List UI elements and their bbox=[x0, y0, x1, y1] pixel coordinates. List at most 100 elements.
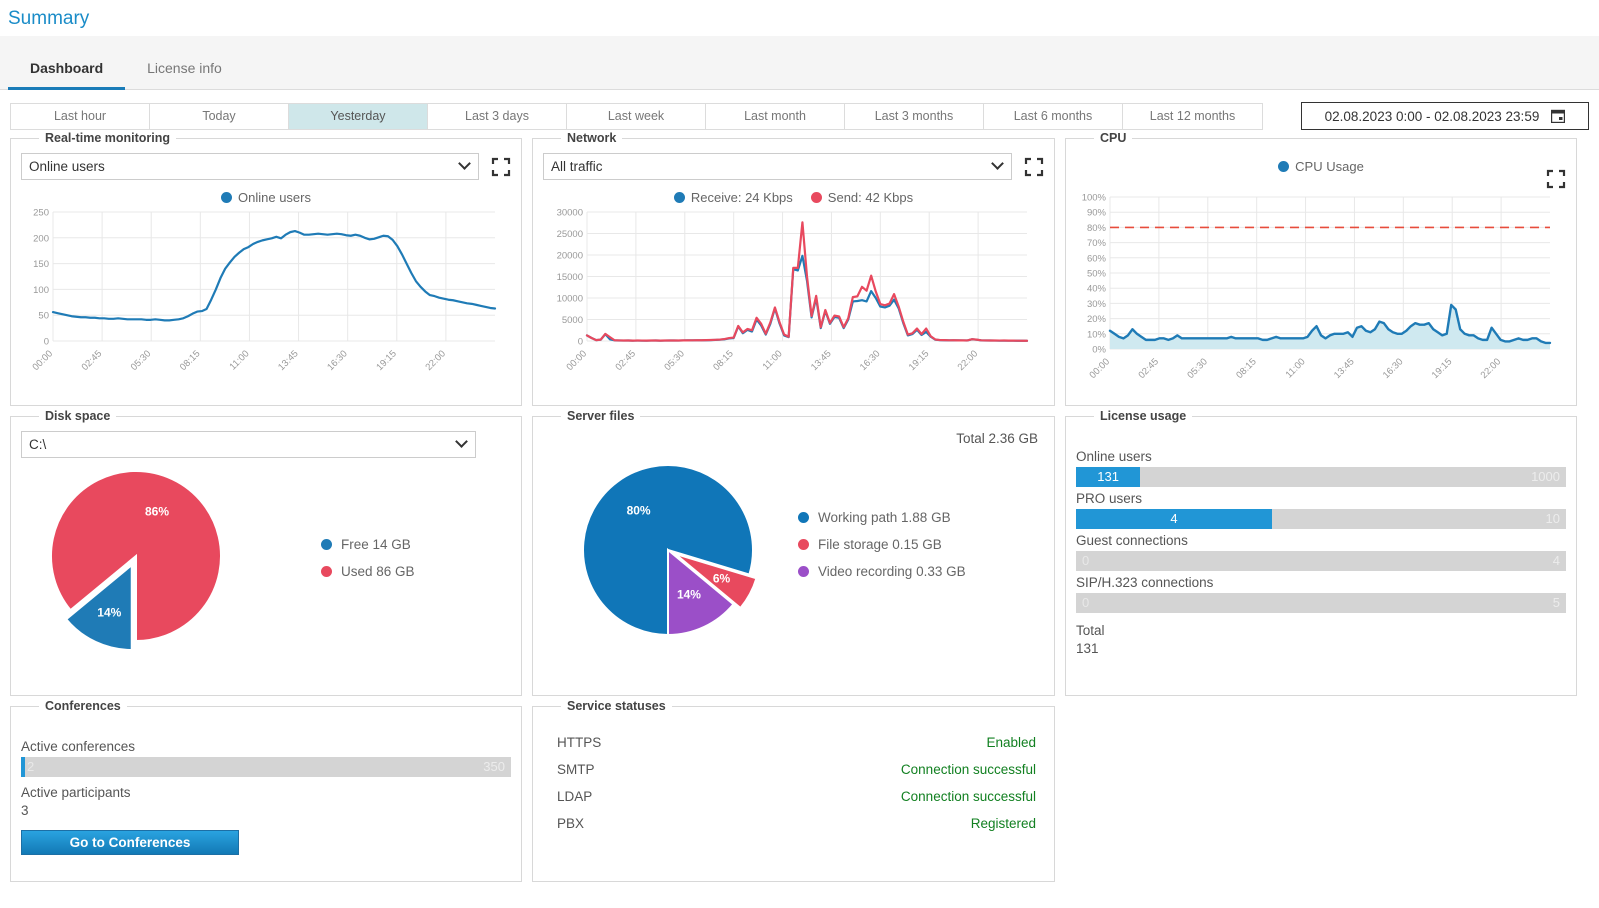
license-bar-sip-connections[interactable]: 0 5 bbox=[1076, 593, 1566, 613]
svg-text:200: 200 bbox=[33, 233, 49, 244]
legend-label-free: Free 14 GB bbox=[341, 537, 411, 552]
svg-text:05:30: 05:30 bbox=[1185, 356, 1210, 381]
legend-entry-cpu-usage[interactable]: CPU Usage bbox=[1278, 159, 1364, 174]
empty-cell bbox=[1065, 706, 1577, 892]
disk-volume-select[interactable]: C:\ bbox=[21, 431, 476, 458]
date-range-picker[interactable]: 02.08.2023 0:00 - 02.08.2023 23:59 bbox=[1301, 102, 1589, 130]
period-last-6-months[interactable]: Last 6 months bbox=[984, 104, 1123, 129]
conferences-participants-label: Active participants bbox=[21, 785, 511, 800]
svg-text:15000: 15000 bbox=[557, 272, 583, 283]
period-last-month[interactable]: Last month bbox=[706, 104, 845, 129]
conferences-active-bar[interactable]: 2 350 bbox=[21, 757, 511, 777]
svg-text:10000: 10000 bbox=[557, 294, 583, 305]
svg-text:0: 0 bbox=[578, 337, 583, 348]
period-last-3-months[interactable]: Last 3 months bbox=[845, 104, 984, 129]
license-item-online-users: Online users 131 1000 bbox=[1076, 449, 1566, 487]
legend-label-used: Used 86 GB bbox=[341, 564, 415, 579]
license-bar-value: 0 bbox=[1082, 593, 1089, 613]
service-row-ldap: LDAP Connection successful bbox=[543, 783, 1044, 810]
conferences-participants-block: Active participants 3 bbox=[21, 785, 511, 818]
legend-entry-file-storage[interactable]: File storage 0.15 GB bbox=[798, 537, 966, 552]
period-today[interactable]: Today bbox=[150, 104, 289, 129]
legend-dot-video-recording bbox=[798, 566, 809, 577]
network-chart-legend: Receive: 24 Kbps Send: 42 Kbps bbox=[543, 188, 1044, 206]
cpu-chart-legend: CPU Usage bbox=[1076, 157, 1566, 175]
legend-dot-file-storage bbox=[798, 539, 809, 550]
legend-label-receive: Receive: 24 Kbps bbox=[691, 190, 793, 205]
svg-text:08:15: 08:15 bbox=[711, 348, 736, 373]
network-traffic-select[interactable]: All traffic bbox=[543, 153, 1012, 180]
panel-cpu: CPU CPU Usage 0%10%20%30%40%50%60%70%80%… bbox=[1065, 138, 1577, 406]
svg-text:22:00: 22:00 bbox=[1479, 356, 1504, 381]
expand-icon-network[interactable] bbox=[1024, 157, 1044, 177]
period-last-hour[interactable]: Last hour bbox=[11, 104, 150, 129]
panel-service-statuses: Service statuses HTTPS Enabled SMTP Conn… bbox=[532, 706, 1055, 882]
disk-pie-chart[interactable]: 14%86% bbox=[21, 458, 321, 658]
realtime-metric-select[interactable]: Online users bbox=[21, 153, 479, 180]
svg-text:13:45: 13:45 bbox=[1332, 356, 1357, 381]
legend-entry-working-path[interactable]: Working path 1.88 GB bbox=[798, 510, 966, 525]
svg-text:80%: 80% bbox=[1087, 223, 1107, 234]
server-files-pie-legend: Working path 1.88 GB File storage 0.15 G… bbox=[798, 510, 966, 579]
license-item-guest-connections: Guest connections 0 4 bbox=[1076, 533, 1566, 571]
dashboard-grid: Real-time monitoring Online users bbox=[0, 134, 1599, 892]
license-label-online-users: Online users bbox=[1076, 449, 1566, 464]
legend-dot-receive bbox=[674, 192, 685, 203]
panel-server-files: Server files Total 2.36 GB 80%6%14% Work… bbox=[532, 416, 1055, 696]
tab-license-info[interactable]: License info bbox=[125, 60, 244, 89]
svg-text:0%: 0% bbox=[1092, 345, 1106, 356]
go-to-conferences-button[interactable]: Go to Conferences bbox=[21, 830, 239, 855]
legend-entry-online-users[interactable]: Online users bbox=[221, 190, 311, 205]
svg-text:13:45: 13:45 bbox=[276, 348, 301, 373]
license-item-pro-users: PRO users 4 10 bbox=[1076, 491, 1566, 529]
period-yesterday[interactable]: Yesterday bbox=[289, 104, 428, 129]
expand-icon-cpu[interactable] bbox=[1546, 169, 1566, 189]
period-last-week[interactable]: Last week bbox=[567, 104, 706, 129]
realtime-chart-legend: Online users bbox=[21, 188, 511, 206]
cpu-chart[interactable]: 0%10%20%30%40%50%60%70%80%90%100%00:0002… bbox=[1076, 191, 1566, 391]
legend-entry-send[interactable]: Send: 42 Kbps bbox=[811, 190, 913, 205]
svg-text:00:00: 00:00 bbox=[1088, 356, 1113, 381]
network-chart[interactable]: 05000100001500020000250003000000:0002:45… bbox=[543, 206, 1044, 381]
realtime-chart[interactable]: 05010015020025000:0002:4505:3008:1511:00… bbox=[21, 206, 511, 381]
conferences-active-block: Active conferences 2 350 bbox=[21, 739, 511, 777]
license-bar-max: 5 bbox=[1553, 593, 1560, 613]
legend-label-video-recording: Video recording 0.33 GB bbox=[818, 564, 966, 579]
panel-license-usage: License usage Online users 131 1000 PRO … bbox=[1065, 416, 1577, 696]
legend-entry-receive[interactable]: Receive: 24 Kbps bbox=[674, 190, 793, 205]
legend-dot-send bbox=[811, 192, 822, 203]
svg-text:08:15: 08:15 bbox=[1234, 356, 1259, 381]
license-bar-online-users[interactable]: 131 1000 bbox=[1076, 467, 1566, 487]
calendar-icon[interactable] bbox=[1551, 109, 1565, 123]
service-row-https: HTTPS Enabled bbox=[543, 729, 1044, 756]
legend-dot-working-path bbox=[798, 512, 809, 523]
svg-text:02:45: 02:45 bbox=[80, 348, 105, 373]
panel-legend-conferences: Conferences bbox=[39, 699, 127, 713]
panel-legend-disk-space: Disk space bbox=[39, 409, 116, 423]
license-bar-pro-users[interactable]: 4 10 bbox=[1076, 509, 1566, 529]
legend-entry-free[interactable]: Free 14 GB bbox=[321, 537, 415, 552]
license-bar-max: 10 bbox=[1546, 509, 1560, 529]
svg-text:25000: 25000 bbox=[557, 229, 583, 240]
period-last-12-months[interactable]: Last 12 months bbox=[1123, 104, 1262, 129]
legend-entry-video-recording[interactable]: Video recording 0.33 GB bbox=[798, 564, 966, 579]
legend-label-working-path: Working path 1.88 GB bbox=[818, 510, 951, 525]
period-selector-row: Last hour Today Yesterday Last 3 days La… bbox=[0, 90, 1599, 134]
license-bar-max: 1000 bbox=[1531, 467, 1560, 487]
license-bar-guest-connections[interactable]: 0 4 bbox=[1076, 551, 1566, 571]
license-label-pro-users: PRO users bbox=[1076, 491, 1566, 506]
license-label-guest-connections: Guest connections bbox=[1076, 533, 1566, 548]
expand-icon-realtime[interactable] bbox=[491, 157, 511, 177]
license-label-sip-connections: SIP/H.323 connections bbox=[1076, 575, 1566, 590]
tab-dashboard[interactable]: Dashboard bbox=[8, 60, 125, 89]
legend-label-file-storage: File storage 0.15 GB bbox=[818, 537, 942, 552]
svg-text:20000: 20000 bbox=[557, 251, 583, 262]
service-status-smtp: Connection successful bbox=[901, 762, 1036, 777]
server-files-pie-chart[interactable]: 80%6%14% bbox=[543, 442, 798, 647]
period-button-group: Last hour Today Yesterday Last 3 days La… bbox=[10, 103, 1263, 130]
period-last-3-days[interactable]: Last 3 days bbox=[428, 104, 567, 129]
legend-entry-used[interactable]: Used 86 GB bbox=[321, 564, 415, 579]
svg-text:30000: 30000 bbox=[557, 208, 583, 219]
conferences-active-label: Active conferences bbox=[21, 739, 511, 754]
svg-text:14%: 14% bbox=[677, 588, 701, 602]
